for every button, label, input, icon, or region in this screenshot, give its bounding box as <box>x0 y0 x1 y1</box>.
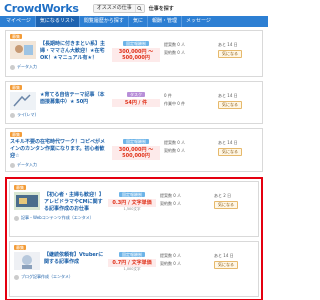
job-title[interactable]: スキル不要の在宅時代ワーク！コピペがメインのカンタン作業になります。初心者歓迎☆ <box>10 139 109 160</box>
client-avatar <box>14 274 19 280</box>
nav-payments[interactable]: 報酬・管理 <box>148 16 182 27</box>
price-block: 固定報酬制 0.3円 / 文字単価 1,500文字 <box>108 192 156 212</box>
stats-block: 提案数 0 人 契約数 0 人 <box>160 192 214 208</box>
job-card: 募集 ★育てる自信テーマ記事（本面接募集中）★ 50円 タスク 54円 / 件 … <box>5 81 263 124</box>
client-avatar <box>14 215 19 221</box>
deadline-remaining: あと 2 日 <box>214 193 232 198</box>
status-tag: 募集 <box>10 34 22 39</box>
search-bar[interactable]: オススメの仕事 <box>92 3 145 13</box>
job-card: 募集 スキル不要の在宅時代ワーク！コピペがメインのカンタン作業になります。初心者… <box>5 128 263 172</box>
nav-mypage[interactable]: マイページ <box>2 16 36 27</box>
client-avatar <box>10 64 15 70</box>
deadline-block: あと 14 日 気になる <box>218 41 258 58</box>
job-title[interactable]: ★育てる自信テーマ記事（本面接募集中）★ 50円 <box>40 92 109 106</box>
deadline-remaining: あと 14 日 <box>218 42 238 47</box>
job-card: 募集 【長期時に付きまとい系】主婦・ママさん大歓迎！★在宅OK！★マニュアル有★… <box>5 30 263 77</box>
deadline-remaining: あと 14 日 <box>218 140 238 145</box>
favorite-button[interactable]: 気になる <box>218 101 242 109</box>
client-avatar <box>10 112 15 118</box>
stats-block: 提案数 0 人 契約数 0 人 <box>164 41 218 57</box>
price-value: 54円 / 件 <box>124 100 148 106</box>
job-title[interactable]: 【継続依頼有】Vtuberに関する記事作成 <box>44 252 105 266</box>
price-value: 300,000円 〜 500,000円 <box>118 147 154 159</box>
stats-block: 提案数 0 人 契約数 0 人 <box>160 252 214 268</box>
job-category[interactable]: 記事・Webコンテンツ作成（エンタメ） <box>21 215 94 221</box>
nav-history[interactable]: 閲覧履歴から探す <box>80 16 129 27</box>
favorite-button[interactable]: 気になる <box>214 261 238 269</box>
nav-favorites[interactable]: 気になるリスト <box>35 16 80 27</box>
proposal-count: 0 件 <box>164 93 172 98</box>
price-type-badge: 固定報酬制 <box>123 139 149 144</box>
contract-count: 契約数 0 人 <box>164 148 186 153</box>
price-note: 1,500文字 <box>123 207 141 211</box>
crowdworks-logo[interactable]: CrowdWorks <box>4 2 79 15</box>
stats-block: 提案数 0 人 契約数 0 人 <box>164 139 218 155</box>
job-category[interactable]: データ入力 <box>17 64 37 70</box>
proposal-count: 提案数 0 人 <box>164 42 186 47</box>
price-type-badge: 固定報酬制 <box>119 252 145 257</box>
job-thumbnail <box>10 41 36 59</box>
nav-watch[interactable]: 気に <box>129 16 148 27</box>
price-note: 1,000文字 <box>123 267 141 271</box>
site-header: CrowdWorks オススメの仕事 仕事を探す <box>0 0 268 16</box>
job-card: 募集 【継続依頼有】Vtuberに関する記事作成 固定報酬制 0.7円 / 文字… <box>9 241 259 297</box>
job-category[interactable]: データ入力 <box>17 162 37 168</box>
status-tag: 募集 <box>14 185 26 190</box>
status-tag: 募集 <box>14 245 26 250</box>
job-card: 募集 【初心者・主婦も歓迎！】アレビドラマやCMに関する記事作成のお仕事 固定報… <box>9 181 259 237</box>
client-avatar <box>10 162 15 168</box>
proposal-count: 提案数 0 人 <box>160 253 182 258</box>
job-thumbnail <box>10 92 36 110</box>
favorite-button[interactable]: 気になる <box>218 148 242 156</box>
price-type-badge: タスク <box>127 92 145 97</box>
favorite-button[interactable]: 気になる <box>218 50 242 58</box>
proposal-count: 提案数 0 人 <box>160 193 182 198</box>
deadline-block: あと 14 日 気になる <box>218 139 258 156</box>
job-title[interactable]: 【初心者・主婦も歓迎！】アレビドラマやCMに関する記事作成のお仕事 <box>44 192 105 213</box>
deadline-block: あと 2 日 気になる <box>214 192 254 209</box>
deadline-remaining: あと 14 日 <box>214 253 234 258</box>
status-tag: 募集 <box>10 85 22 90</box>
job-category[interactable]: ライ(レマ) <box>17 112 36 118</box>
proposal-count: 提案数 0 人 <box>164 140 186 145</box>
highlighted-jobs: 募集 【初心者・主婦も歓迎！】アレビドラマやCMに関する記事作成のお仕事 固定報… <box>5 177 263 300</box>
contract-count: 契約数 0 人 <box>164 50 186 55</box>
search-button[interactable] <box>135 4 144 12</box>
price-type-badge: 固定報酬制 <box>123 41 149 46</box>
job-thumbnail <box>14 192 40 210</box>
contract-count: 契約数 0 人 <box>160 261 182 266</box>
job-category[interactable]: ブログ記事作成（エンタメ） <box>21 274 73 280</box>
price-type-badge: 固定報酬制 <box>119 192 145 197</box>
job-list: 募集 【長期時に付きまとい系】主婦・ママさん大歓迎！★在宅OK！★マニュアル有★… <box>5 30 263 300</box>
price-block: タスク 54円 / 件 <box>112 92 160 107</box>
stats-block: 0 件 作業中 0 件 <box>164 92 218 108</box>
price-block: 固定報酬制 300,000円 〜 500,000円 <box>112 139 160 160</box>
price-value: 0.3円 / 文字単価 <box>112 200 152 206</box>
price-value: 300,000円 〜 500,000円 <box>118 49 154 61</box>
contract-count: 契約数 0 人 <box>160 201 182 206</box>
main-nav: マイページ 気になるリスト 閲覧履歴から探す 気に 報酬・管理 メッセージ <box>0 16 268 27</box>
price-block: 固定報酬制 0.7円 / 文字単価 1,000文字 <box>108 252 156 272</box>
search-category-select[interactable]: オススメの仕事 <box>93 4 136 12</box>
status-tag: 募集 <box>10 132 22 137</box>
deadline-block: あと 14 日 気になる <box>214 252 254 269</box>
nav-messages[interactable]: メッセージ <box>182 16 215 27</box>
job-title[interactable]: 【長期時に付きまとい系】主婦・ママさん大歓迎！★在宅OK！★マニュアル有★！ <box>40 41 109 62</box>
favorite-button[interactable]: 気になる <box>214 201 238 209</box>
deadline-block: あと 14 日 気になる <box>218 92 258 109</box>
find-jobs-link[interactable]: 仕事を探す <box>149 5 174 12</box>
deadline-remaining: あと 14 日 <box>218 93 238 98</box>
price-value: 0.7円 / 文字単価 <box>112 260 152 266</box>
price-block: 固定報酬制 300,000円 〜 500,000円 <box>112 41 160 62</box>
job-thumbnail <box>14 252 40 270</box>
search-icon <box>137 5 142 11</box>
contract-count: 作業中 0 件 <box>164 101 186 106</box>
